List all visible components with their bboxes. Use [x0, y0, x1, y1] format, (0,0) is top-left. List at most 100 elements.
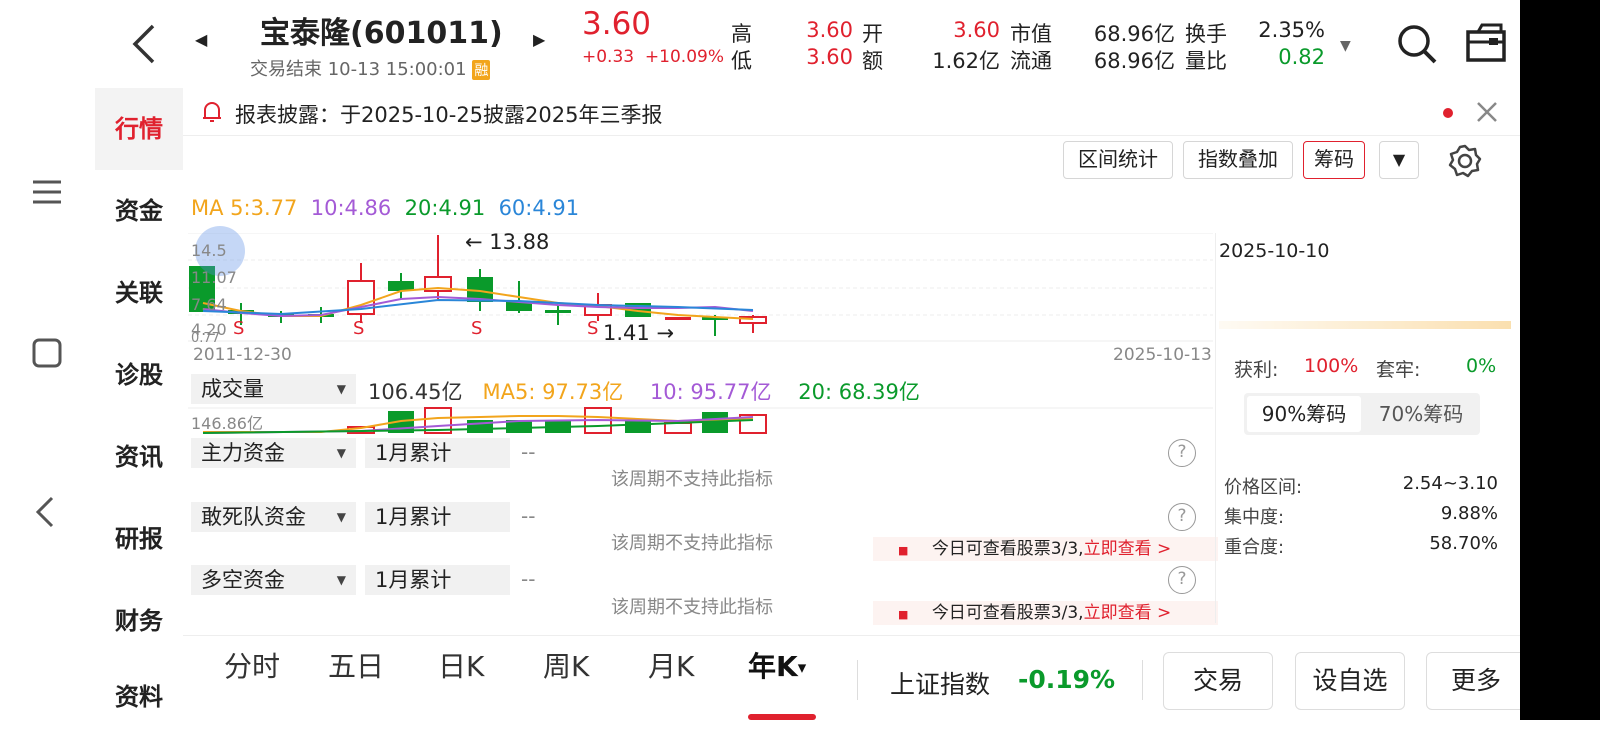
- side-tab-news[interactable]: 资讯: [95, 416, 183, 498]
- dare-capital-help-icon[interactable]: ?: [1168, 503, 1196, 531]
- quote-turnover-value: 2.35%: [1258, 18, 1325, 42]
- stock-name: 宝泰隆(601011): [260, 16, 503, 51]
- overlap-label: 重合度:: [1224, 537, 1285, 558]
- dare-capital-view-link[interactable]: 立即查看 >: [1084, 539, 1172, 559]
- screen-edge: [1520, 0, 1600, 720]
- quote-float-value: 68.96亿: [1093, 49, 1175, 73]
- side-tab-finance[interactable]: 财务: [95, 580, 183, 662]
- side-tab-profile[interactable]: 资料: [95, 662, 183, 720]
- longshort-capital-selector[interactable]: 多空资金 ▼: [191, 565, 356, 595]
- dare-capital-unlock[interactable]: ■ 今日可查看股票3/3,立即查看 >: [873, 537, 1218, 561]
- more-button[interactable]: 更多: [1426, 652, 1526, 710]
- back-arrow-icon[interactable]: [125, 22, 165, 70]
- start-date-label: 2011-12-30: [193, 345, 292, 365]
- trade-status: 交易结束 10-13 15:00:01 融: [250, 59, 491, 80]
- volume-value: 106.45亿: [368, 380, 463, 404]
- left-nav: [0, 0, 95, 720]
- end-date-label: 2025-10-13: [1113, 345, 1212, 365]
- chips-button[interactable]: 筹码: [1303, 141, 1365, 179]
- tab-weekly-k[interactable]: 周K: [543, 645, 589, 685]
- ma-line: MA 5:3.77 10:4.86 20:4.91 60:4.91: [191, 196, 579, 220]
- nav-back-icon[interactable]: [30, 495, 64, 533]
- notice-bar[interactable]: 报表披露：于2025-10-25披露2025年三季报: [183, 88, 1520, 136]
- expand-quote-icon[interactable]: ▼: [1340, 38, 1351, 54]
- longshort-capital-period[interactable]: 1月累计: [365, 565, 510, 595]
- main-capital-selector[interactable]: 主力资金 ▼: [191, 438, 356, 468]
- longshort-capital-hint: 该周期不支持此指标: [611, 597, 773, 618]
- portfolio-icon[interactable]: [1465, 22, 1507, 68]
- side-tab-capital[interactable]: 资金: [95, 170, 183, 252]
- bottom-divider: [857, 660, 858, 700]
- bell-icon: [201, 100, 223, 128]
- quote-amount-value: 1.62亿: [932, 49, 1000, 73]
- trade-button[interactable]: 交易: [1163, 652, 1273, 710]
- quote-turnover-label: 换手: [1185, 22, 1227, 46]
- margin-badge: 融: [472, 60, 491, 80]
- quote-mktcap-value: 68.96亿: [1093, 22, 1175, 46]
- side-tab-market[interactable]: 行情: [95, 88, 183, 170]
- quote-high-value: 3.60: [806, 18, 853, 42]
- dare-capital-selector[interactable]: 敢死队资金 ▼: [191, 502, 356, 532]
- ma20-value: 20:4.91: [404, 196, 486, 220]
- main-panel: 报表披露：于2025-10-25披露2025年三季报 区间统计 指数叠加 筹码 …: [183, 88, 1520, 720]
- main-capital-value: --: [521, 440, 536, 464]
- volume-values: 106.45亿 MA5: 97.73亿 10: 95.77亿 20: 68.39…: [368, 376, 920, 406]
- chips-panel: 2025-10-10 获利: 100% 套牢: 0% 90%筹码 70%筹码 价…: [1215, 233, 1515, 623]
- volume-selector[interactable]: 成交量 ▼: [191, 374, 356, 404]
- prev-stock-icon[interactable]: ◀: [195, 30, 207, 49]
- volume-ma5: MA5: 97.73亿: [482, 380, 624, 404]
- current-price: 3.60: [582, 6, 652, 42]
- longshort-capital-value: --: [521, 567, 536, 591]
- chart-options-dropdown[interactable]: ▼: [1379, 141, 1419, 179]
- tab-70-chips[interactable]: 70%筹码: [1364, 396, 1478, 432]
- side-tab-diagnosis[interactable]: 诊股: [95, 334, 183, 416]
- quote-low-label: 低: [731, 49, 752, 73]
- longshort-capital-help-icon[interactable]: ?: [1168, 566, 1196, 594]
- ma5-value: MA 5:3.77: [191, 196, 298, 220]
- index-overlay-button[interactable]: 指数叠加: [1183, 141, 1293, 179]
- quote-open-value: 3.60: [953, 18, 1000, 42]
- main-capital-period[interactable]: 1月累计: [365, 438, 510, 468]
- lock-icon: ■: [898, 544, 909, 557]
- lock-icon: ■: [898, 608, 909, 621]
- concentration-label: 集中度:: [1224, 507, 1285, 528]
- chips-tab-group: 90%筹码 70%筹码: [1244, 393, 1480, 435]
- active-tab-indicator: [748, 714, 816, 720]
- ma60-value: 60:4.91: [498, 196, 580, 220]
- quote-volratio-value: 0.82: [1278, 45, 1325, 69]
- menu-icon[interactable]: [30, 175, 64, 213]
- longshort-capital-unlock[interactable]: ■ 今日可查看股票3/3,立即查看 >: [873, 601, 1218, 625]
- quote-float-label: 流通: [1010, 49, 1052, 73]
- tab-90-chips[interactable]: 90%筹码: [1247, 396, 1361, 432]
- home-square-icon[interactable]: [30, 336, 64, 374]
- add-watchlist-button[interactable]: 设自选: [1295, 652, 1405, 710]
- concentration-value: 9.88%: [1440, 503, 1498, 524]
- tab-daily-k[interactable]: 日K: [438, 645, 484, 685]
- trapped-label: 套牢:: [1376, 359, 1421, 381]
- index-change: -0.19%: [1018, 665, 1116, 694]
- notice-text: 报表披露：于2025-10-25披露2025年三季报: [235, 103, 663, 127]
- side-tab-research[interactable]: 研报: [95, 498, 183, 580]
- quote-mktcap-label: 市值: [1010, 22, 1052, 46]
- search-icon[interactable]: [1395, 22, 1439, 70]
- overlap-value: 58.70%: [1429, 533, 1498, 554]
- quote-low-value: 3.60: [806, 45, 853, 69]
- volume-chart[interactable]: [183, 406, 1213, 434]
- side-tab-related[interactable]: 关联: [95, 252, 183, 334]
- longshort-capital-view-link[interactable]: 立即查看 >: [1084, 603, 1172, 623]
- close-icon[interactable]: [1475, 100, 1499, 128]
- next-stock-icon[interactable]: ▶: [533, 30, 545, 49]
- ma60-line: [202, 298, 754, 316]
- quote-header: ◀ 宝泰隆(601011) 交易结束 10-13 15:00:01 融 ▶ 3.…: [95, 0, 1520, 90]
- tab-monthly-k[interactable]: 月K: [648, 645, 694, 685]
- interval-stats-button[interactable]: 区间统计: [1063, 141, 1173, 179]
- tab-intraday[interactable]: 分时: [224, 645, 280, 685]
- index-name[interactable]: 上证指数: [890, 665, 990, 701]
- main-capital-help-icon[interactable]: ?: [1168, 439, 1196, 467]
- tab-yearly-k[interactable]: 年K▼: [748, 645, 806, 685]
- y-label-2: 11.07: [191, 268, 237, 287]
- chevron-down-icon: ▼: [797, 661, 807, 675]
- tab-five-day[interactable]: 五日: [328, 645, 384, 685]
- settings-gear-icon[interactable]: [1447, 143, 1483, 183]
- dare-capital-period[interactable]: 1月累计: [365, 502, 510, 532]
